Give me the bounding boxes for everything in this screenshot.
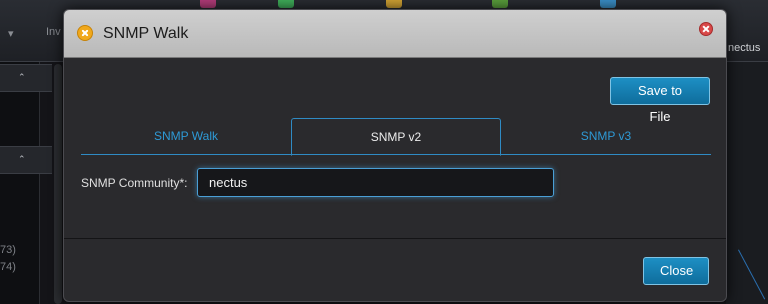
snmp-walk-dialog: SNMP Walk Save to File SNMP Walk SNMP v2… (63, 9, 727, 302)
chevron-up-icon[interactable]: ⌃ (18, 154, 26, 165)
background-text: nectus (728, 42, 761, 54)
tab-snmp-v3[interactable]: SNMP v3 (501, 118, 711, 155)
save-to-file-button[interactable]: Save to File (610, 77, 710, 124)
tab-snmp-v2[interactable]: SNMP v2 (291, 118, 501, 156)
dialog-title: SNMP Walk (103, 25, 189, 42)
tool-icon (77, 25, 93, 41)
snmp-community-input[interactable] (197, 168, 554, 197)
left-panel-header[interactable]: ⌃ (0, 146, 52, 174)
toolbar-icon[interactable] (200, 0, 216, 8)
chevron-down-icon[interactable]: ▾ (8, 27, 14, 40)
dialog-header: SNMP Walk (64, 10, 726, 58)
close-icon[interactable] (699, 22, 713, 36)
close-button[interactable]: Close (643, 257, 709, 285)
tab-snmp-walk[interactable]: SNMP Walk (81, 118, 291, 155)
background-number: 73) (0, 244, 16, 256)
scrollbar[interactable] (54, 64, 62, 304)
chevron-up-icon[interactable]: ⌃ (18, 72, 26, 83)
tab-bar: SNMP Walk SNMP v2 SNMP v3 (81, 118, 711, 156)
background-number: 74) (0, 261, 16, 273)
left-panel-header[interactable]: ⌃ (0, 64, 52, 92)
toolbar-icon[interactable] (278, 0, 294, 8)
toolbar-icon[interactable] (600, 0, 616, 8)
footer-divider (64, 238, 726, 239)
snmp-community-label: SNMP Community*: (81, 176, 188, 190)
toolbar-icon[interactable] (492, 0, 508, 8)
toolbar-icon[interactable] (386, 0, 402, 8)
background-tab[interactable]: Inv (46, 26, 61, 38)
